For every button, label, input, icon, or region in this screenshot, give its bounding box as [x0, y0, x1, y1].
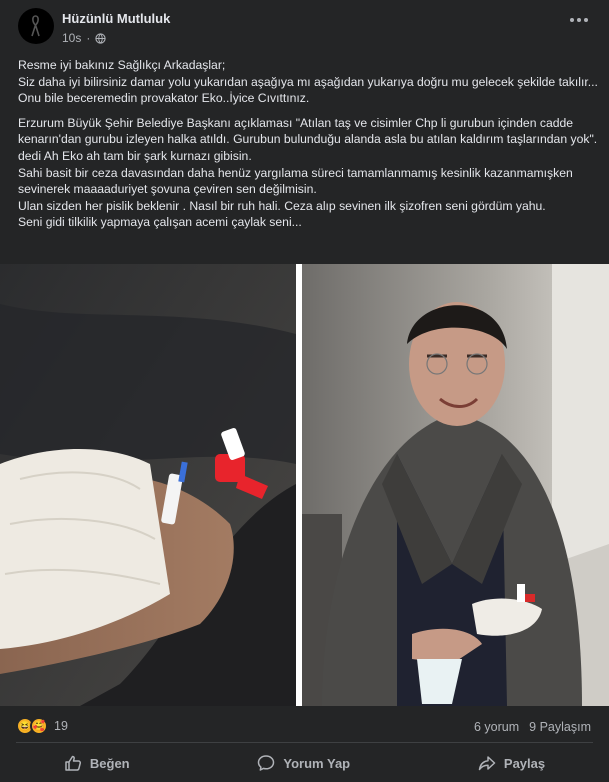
like-button[interactable]: Beğen	[44, 748, 150, 778]
comment-count[interactable]: 6 yorum	[474, 720, 519, 734]
author-name[interactable]: Hüzünlü Mutluluk	[62, 11, 170, 26]
care-emoji-icon: 🥰	[30, 717, 48, 735]
post-paragraph-1: Resme iyi bakınız Sağlıkçı Arkadaşlar; S…	[18, 58, 598, 106]
post-actions: Beğen Yorum Yap Paylaş	[0, 746, 609, 780]
reaction-count: 19	[54, 719, 68, 733]
share-arrow-icon	[478, 756, 496, 771]
comment-bubble-icon	[258, 755, 275, 771]
divider	[16, 742, 593, 743]
post-time[interactable]: 10s	[62, 31, 81, 45]
share-button[interactable]: Paylaş	[458, 748, 565, 778]
post-text: Resme iyi bakınız Sağlıkçı Arkadaşlar; S…	[18, 57, 598, 231]
separator-dot: ·	[86, 31, 91, 45]
post-paragraph-2: Erzurum Büyük Şehir Belediye Başkanı açı…	[18, 115, 598, 230]
globe-icon	[95, 32, 106, 44]
smiling-man-photo[interactable]	[302, 264, 609, 706]
share-count[interactable]: 9 Paylaşım	[529, 720, 591, 734]
post-stats: 😆 🥰 19 6 yorum 9 Paylaşım	[0, 712, 609, 740]
post-photos[interactable]	[0, 264, 609, 706]
comment-button[interactable]: Yorum Yap	[237, 748, 370, 778]
black-ribbon-icon	[31, 15, 40, 37]
post-meta: 10s ·	[62, 31, 106, 45]
thumbs-up-icon	[65, 755, 81, 771]
more-options-icon[interactable]	[569, 16, 589, 24]
reactions-summary[interactable]: 😆 🥰 19	[16, 717, 68, 735]
iv-catheter-hand-photo[interactable]	[0, 264, 296, 706]
comment-label: Yorum Yap	[283, 755, 351, 771]
like-label: Beğen	[89, 755, 130, 771]
post-header: Hüzünlü Mutluluk 10s ·	[0, 0, 609, 52]
author-avatar[interactable]	[18, 8, 54, 44]
share-label: Paylaş	[503, 755, 546, 771]
